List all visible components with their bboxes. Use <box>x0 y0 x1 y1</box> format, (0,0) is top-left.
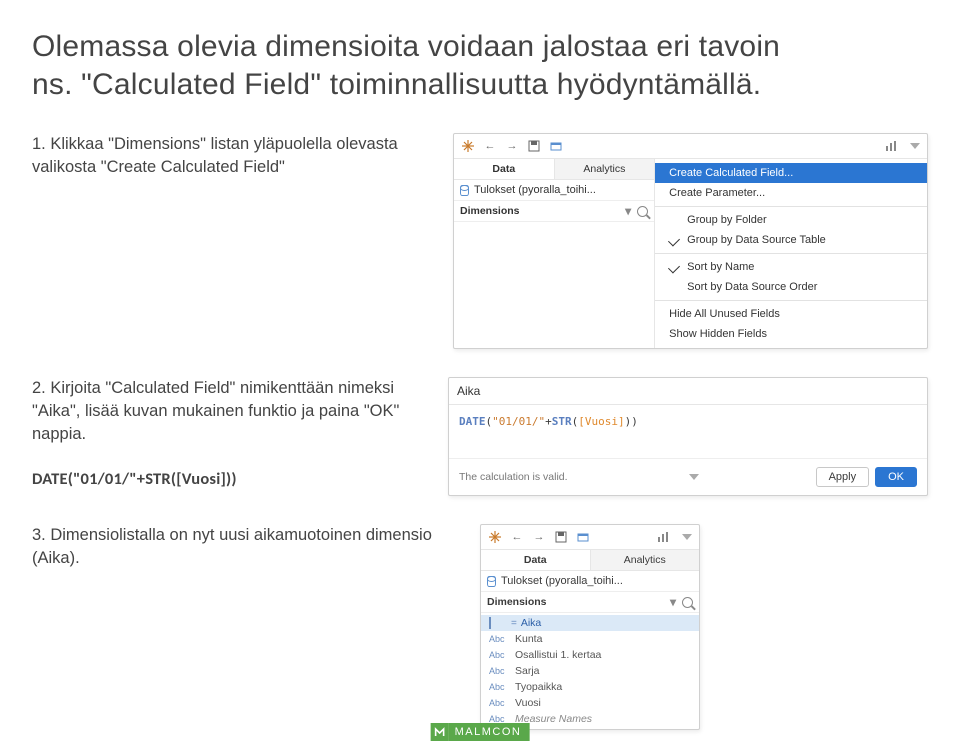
tableau-data-pane: ← → Data Analytics Tulokset (pyoralla_to… <box>453 133 928 349</box>
menu-group-by-table[interactable]: Group by Data Source Table <box>655 230 927 250</box>
dropdown-icon[interactable] <box>677 529 693 545</box>
dimensions-header: Dimensions ▾ <box>454 201 654 222</box>
tab-data[interactable]: Data <box>454 159 555 179</box>
tableau-data-pane-after: ← → Data Analytics Tulokset (pyoralla_to… <box>480 524 700 730</box>
datasource-icon <box>487 576 496 587</box>
datasource-row[interactable]: Tulokset (pyoralla_toihi... <box>454 180 654 201</box>
ok-button[interactable]: OK <box>875 467 917 487</box>
tableau-logo-icon <box>460 138 476 154</box>
header-menu-icon[interactable]: ▾ <box>670 595 676 609</box>
search-icon[interactable] <box>637 206 648 217</box>
forward-icon[interactable]: → <box>531 529 547 545</box>
tableau-logo-icon <box>487 529 503 545</box>
page-title: Olemassa olevia dimensioita voidaan jalo… <box>32 28 928 103</box>
calc-field-editor: Aika DATE("01/01/"+STR([Vuosi])) The cal… <box>448 377 928 496</box>
dimension-item[interactable]: AbcOsallistui 1. kertaa <box>481 647 699 663</box>
step2-text: 2. Kirjoita "Calculated Field" nimikentt… <box>32 377 440 491</box>
dimension-item[interactable]: AbcTyopaikka <box>481 679 699 695</box>
datasource-row[interactable]: Tulokset (pyoralla_toihi... <box>481 571 699 592</box>
brand-icon <box>431 723 449 741</box>
back-icon[interactable]: ← <box>509 529 525 545</box>
menu-create-calc-field[interactable]: Create Calculated Field... <box>655 163 927 183</box>
menu-hide-unused[interactable]: Hide All Unused Fields <box>655 304 927 324</box>
menu-show-hidden[interactable]: Show Hidden Fields <box>655 324 927 344</box>
chart-icon[interactable] <box>655 529 671 545</box>
search-icon[interactable] <box>682 597 693 608</box>
dimension-item[interactable]: AbcSarja <box>481 663 699 679</box>
tab-analytics[interactable]: Analytics <box>591 550 700 570</box>
menu-group-by-folder[interactable]: Group by Folder <box>655 210 927 230</box>
calc-name-input[interactable]: Aika <box>449 378 927 405</box>
expand-icon[interactable] <box>689 474 699 480</box>
calc-valid-msg: The calculation is valid. <box>459 471 568 483</box>
forward-icon[interactable]: → <box>504 138 520 154</box>
save-icon[interactable] <box>526 138 542 154</box>
datasource-icon <box>460 185 469 196</box>
menu-create-parameter[interactable]: Create Parameter... <box>655 183 927 203</box>
tab-analytics[interactable]: Analytics <box>555 159 655 179</box>
dimension-item[interactable]: AbcKunta <box>481 631 699 647</box>
dimensions-context-menu: Create Calculated Field... Create Parame… <box>655 159 927 348</box>
chart-icon[interactable] <box>883 138 899 154</box>
dimension-item[interactable]: AbcVuosi <box>481 695 699 711</box>
dimensions-header: Dimensions ▾ <box>481 592 699 613</box>
back-icon[interactable]: ← <box>482 138 498 154</box>
step2-formula: DATE("01/01/"+STR([Vuosi])) <box>32 469 237 489</box>
tab-data[interactable]: Data <box>481 550 591 570</box>
save-icon[interactable] <box>553 529 569 545</box>
apply-button[interactable]: Apply <box>816 467 870 487</box>
brand-text: MALMCON <box>449 723 530 742</box>
calc-formula-input[interactable]: DATE("01/01/"+STR([Vuosi])) <box>449 405 927 458</box>
step1-text: 1. Klikkaa "Dimensions" listan yläpuolel… <box>32 133 445 179</box>
datasource-icon[interactable] <box>548 138 564 154</box>
datasource-icon[interactable] <box>575 529 591 545</box>
brand-footer: MALMCON <box>431 723 530 742</box>
header-menu-icon[interactable]: ▾ <box>625 204 631 218</box>
menu-sort-by-source[interactable]: Sort by Data Source Order <box>655 277 927 297</box>
pane-toolbar: ← → <box>454 134 927 159</box>
dropdown-icon[interactable] <box>905 138 921 154</box>
menu-sort-by-name[interactable]: Sort by Name <box>655 257 927 277</box>
dimension-item[interactable]: =Aika <box>481 615 699 631</box>
step3-text: 3. Dimensiolistalla on nyt uusi aikamuot… <box>32 524 472 570</box>
